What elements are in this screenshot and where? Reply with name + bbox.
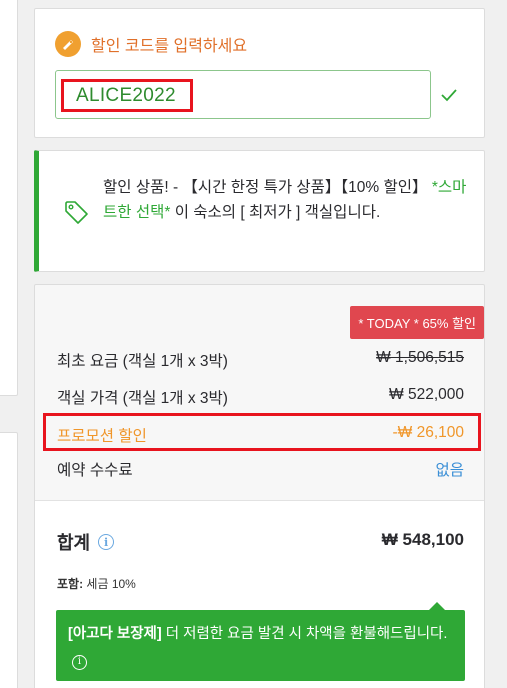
coupon-code-input[interactable]: ALICE2022 (55, 70, 431, 119)
info-icon[interactable]: i (98, 534, 115, 550)
tax-line: 포함: 세금 10% (57, 575, 136, 592)
left-panel-lower (0, 432, 18, 688)
coupon-header: 할인 코드를 입력하세요 (55, 31, 247, 57)
original-price-label: 최초 요금 (객실 1개 x 3박) (57, 353, 228, 370)
tax-label: 포함: (57, 577, 84, 591)
guarantee-text: 더 저렴한 요금 발견 시 차액을 환불해드립니다. (161, 626, 448, 642)
coupon-code-value[interactable]: ALICE2022 (61, 79, 193, 112)
room-price-value: ₩ 522,000 (389, 386, 464, 403)
deal-prefix: 할인 상품! - 【시간 한정 특가 상품】【10% 할인】 (103, 179, 428, 196)
original-price-value: ₩ 1,506,515 (376, 349, 464, 366)
guarantee-title: [아고다 보장제] (68, 626, 162, 642)
total-label-wrap: 합계 i (57, 529, 115, 555)
booking-fee-label: 예약 수수료 (57, 462, 133, 479)
coupon-title: 할인 코드를 입력하세요 (91, 38, 248, 55)
total-value: ₩ 548,100 (381, 530, 464, 549)
total-label: 합계 (57, 533, 91, 553)
discount-badge: * TODAY * 65% 할인 (350, 306, 484, 339)
booking-fee-row: 예약 수수료 없음 (57, 458, 464, 480)
check-icon (441, 89, 457, 102)
left-panel (0, 0, 18, 396)
promo-discount-label: 프로모션 할인 (57, 428, 147, 445)
guarantee-arrow (429, 602, 445, 610)
price-guarantee-banner: [아고다 보장제] 더 저렴한 요금 발견 시 차액을 환불해드립니다. i (56, 602, 465, 681)
promo-discount-value: -₩ 26,100 (392, 424, 464, 441)
room-price-row: 객실 가격 (객실 1개 x 3박) ₩ 522,000 (57, 386, 464, 408)
promo-discount-row: 프로모션 할인 -₩ 26,100 (57, 424, 464, 446)
deal-description: 할인 상품! - 【시간 한정 특가 상품】【10% 할인】 *스마트한 선택*… (103, 175, 473, 225)
deal-info-card: 할인 상품! - 【시간 한정 특가 상품】【10% 할인】 *스마트한 선택*… (34, 150, 485, 272)
price-summary-card: * TODAY * 65% 할인 최초 요금 (객실 1개 x 3박) ₩ 1,… (34, 284, 485, 688)
booking-fee-value[interactable]: 없음 (435, 458, 464, 480)
coupon-card: 할인 코드를 입력하세요 ALICE2022 (34, 8, 485, 138)
deal-suffix: 이 숙소의 [ 최저가 ] 객실입니다. (170, 204, 381, 221)
original-price-row: 최초 요금 (객실 1개 x 3박) ₩ 1,506,515 (57, 349, 464, 371)
tax-value: 세금 10% (83, 577, 136, 591)
guarantee-info-icon[interactable]: i (72, 654, 87, 670)
room-price-label: 객실 가격 (객실 1개 x 3박) (57, 390, 228, 407)
tag-icon (65, 201, 88, 224)
total-section: 합계 i ₩ 548,100 포함: 세금 10% [아고다 보장제] 더 저렴… (35, 500, 484, 688)
coupon-icon (55, 31, 81, 57)
